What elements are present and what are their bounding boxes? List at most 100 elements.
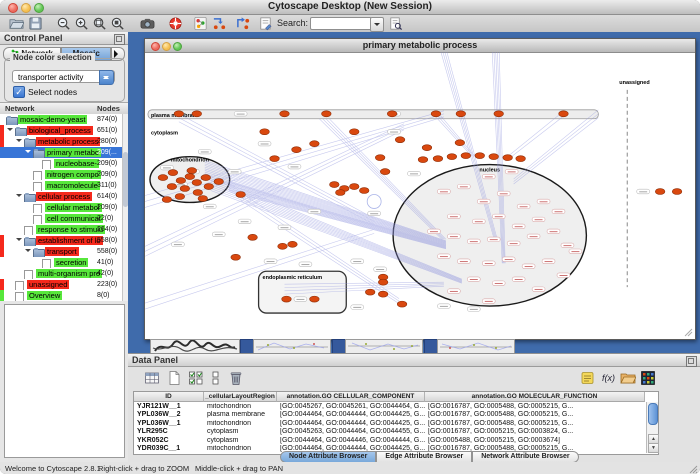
graph-node[interactable] [431,111,441,117]
select-attributes-icon[interactable] [188,370,205,387]
graph-node[interactable] [378,279,388,285]
network-tree-row[interactable]: nitrogen compo209(0) [0,169,128,180]
new-attribute-icon[interactable] [166,370,183,387]
graph-node[interactable] [168,170,178,176]
minimized-network-2[interactable] [332,339,422,352]
window-minimize-button[interactable] [21,3,31,13]
graph-node[interactable] [185,174,195,180]
graph-node[interactable] [489,154,499,160]
expander-triangle-icon[interactable] [16,194,22,200]
graph-node[interactable] [365,289,375,295]
table-row[interactable]: YJR121W__1mitochondrion[GO:0045267, GO:0… [134,403,644,412]
graph-node[interactable] [475,153,485,159]
zoom-selected-icon[interactable] [110,16,126,31]
graph-node[interactable] [330,182,340,188]
network-tree-row[interactable]: transport558(0) [0,246,128,257]
canvas-resize-grip[interactable] [685,329,692,336]
vizmapper-icon[interactable] [193,16,209,31]
network-tree-row[interactable]: cellular process614(0) [0,191,128,202]
expander-triangle-icon[interactable] [16,139,22,145]
attribute-table[interactable]: ID_cellularLayoutRegionannotation.GO CEL… [133,391,659,455]
table-row[interactable]: YPL036W__2plasma membrane[GO:0044464, GO… [134,411,644,420]
graph-node[interactable] [214,179,224,185]
window-titlebar[interactable]: Cytoscape Desktop (New Session) [0,0,700,15]
graph-node[interactable] [375,155,385,161]
graph-node[interactable] [349,129,359,135]
graph-node[interactable] [395,137,405,143]
scroll-down-arrow[interactable]: ▼ [648,443,659,453]
graph-node[interactable] [278,243,288,249]
select-nodes-checkbox[interactable]: ✓ [13,86,25,98]
graph-node[interactable] [167,184,177,190]
graph-node[interactable] [288,241,298,247]
network-canvas[interactable]: plasma membranecytoplasmmitochondrionnuc… [145,52,693,338]
search-input[interactable] [310,17,372,30]
graph-node[interactable] [175,194,185,200]
open-icon[interactable] [9,16,25,31]
expander-triangle-icon[interactable] [7,128,13,134]
annotation-icon[interactable] [258,16,274,31]
help-lifering-icon[interactable] [168,16,184,31]
table-column-header[interactable]: _cellularLayoutRegion [204,392,277,402]
layout-1-icon[interactable] [212,16,228,31]
graph-node[interactable] [380,169,390,175]
graph-node[interactable] [516,156,526,162]
graph-node[interactable] [349,184,359,190]
table-column-header[interactable]: ID [134,392,204,402]
function-builder-icon[interactable]: f(x) [600,370,617,387]
table-column-header[interactable]: annotation.GO CELLULAR_COMPONENT [277,392,425,402]
minimized-network-3[interactable] [424,339,514,352]
graph-node[interactable] [447,154,457,160]
network-tree-row[interactable]: establishment of lo558(0) [0,235,128,246]
graph-node[interactable] [193,190,203,196]
graph-node[interactable] [455,140,465,146]
table-row[interactable]: YKR052Ccytoplasm[GO:0044464, GO:0044446,… [134,437,644,446]
expander-triangle-icon[interactable] [16,238,22,244]
network-tree-row[interactable]: unassigned223(0) [0,279,128,290]
minimized-network-1[interactable] [240,339,330,352]
graph-node[interactable] [280,111,290,117]
search-dropdown-button[interactable] [370,17,384,32]
graph-node[interactable] [655,189,665,195]
network-tree-row[interactable]: secretion41(0) [0,257,128,268]
graph-node[interactable] [180,186,190,192]
graph-node[interactable] [174,111,184,117]
network-tree-row[interactable]: mosaic-demo-yeast874(0) [0,114,128,125]
network-tree-row[interactable]: nucleobase-209(0) [0,158,128,169]
table-row[interactable]: YLR295Ccytoplasm[GO:0045263, GO:0044464,… [134,428,644,437]
netwindow-zoom-button[interactable] [173,42,182,51]
graph-node[interactable] [236,192,246,198]
network-tree-row[interactable]: metabolic process280(0) [0,136,128,147]
graph-node[interactable] [270,156,280,162]
float-panel-icon[interactable] [686,356,697,367]
matrix-icon[interactable] [640,370,657,387]
graph-node[interactable] [204,184,214,190]
tree-scrollbar-thumb[interactable] [123,152,128,207]
table-column-header[interactable]: annotation.GO MOLECULAR_FUNCTION [425,392,645,402]
network-tree-row[interactable]: primary metabo209(... [0,147,128,158]
snapshot-icon[interactable] [140,16,156,31]
graph-node[interactable] [192,180,202,186]
label-icon[interactable] [580,370,597,387]
graph-node[interactable] [378,291,388,297]
graph-node[interactable] [433,156,443,162]
graph-node[interactable] [422,145,432,151]
window-zoom-button[interactable] [34,3,44,13]
network-tree-row[interactable]: biological_process651(0) [0,125,128,136]
netwindow-minimize-button[interactable] [162,42,171,51]
table-scrollbar-thumb[interactable] [648,403,658,425]
graph-node[interactable] [672,189,682,195]
network-tree-row[interactable]: cell communicat22(0) [0,213,128,224]
graph-node[interactable] [198,195,208,201]
network-tree-row[interactable]: Overview8(0) [0,290,128,301]
table-row[interactable]: YPL036W__1mitochondrion[GO:0044464, GO:0… [134,420,644,429]
table-scrollbar[interactable]: ▲ ▼ [646,402,658,453]
graph-node[interactable] [282,296,292,302]
compartment-plasma-membrane[interactable] [148,110,598,119]
graph-node[interactable] [158,175,168,181]
graph-node[interactable] [192,111,202,117]
graph-node[interactable] [310,141,320,147]
network-window-titlebar[interactable]: primary metabolic process [145,39,695,53]
network-tree-row[interactable]: macromolecule311(0) [0,180,128,191]
zoom-out-icon[interactable] [56,16,72,31]
